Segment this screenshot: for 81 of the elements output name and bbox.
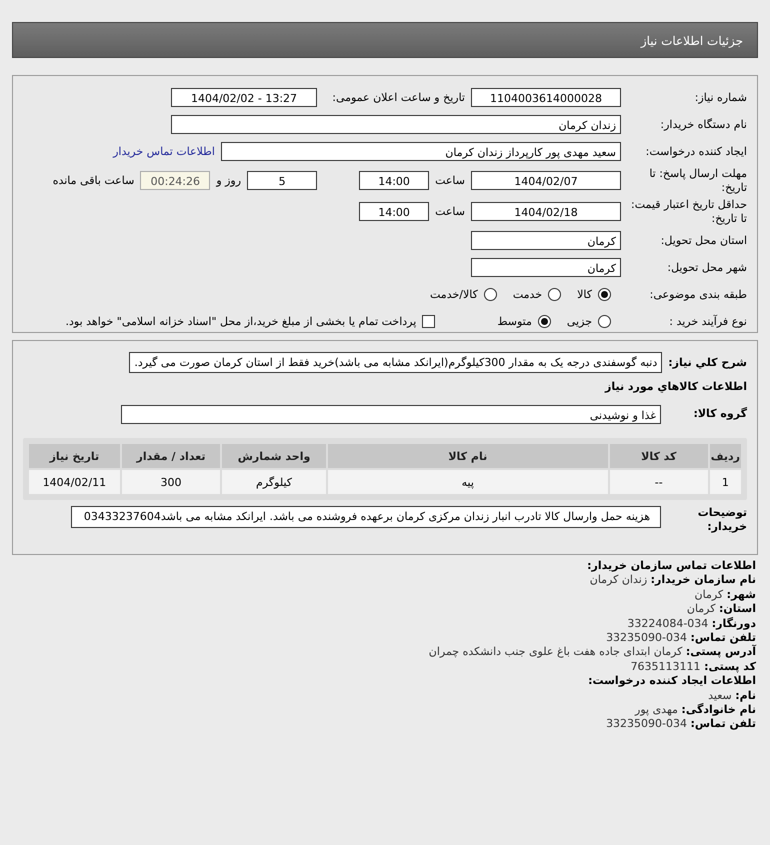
announce-date-field[interactable]: 1404/02/02 - 13:27 <box>171 88 317 107</box>
field-label: حداقل تاریخ اعتبار قیمت: تا تاریخ: <box>630 198 747 225</box>
buyer-notes-field: هزینه حمل وارسال کالا تادرب انبار زندان مرکزی کرمان برعهده فروشنده می باشد. ایرانکد مشابه می باشد03433237604 <box>71 506 661 528</box>
days-field[interactable]: 5 <box>247 171 318 190</box>
contact-value: 33235090-034 <box>606 717 688 730</box>
field-label: استان محل تحویل: <box>660 234 747 248</box>
contact-value: 7635113111 <box>630 660 701 673</box>
contact-label: تلفن تماس: <box>690 631 756 644</box>
column-header: ردیف <box>710 444 741 468</box>
table-cell: 1404/02/11 <box>29 470 120 494</box>
deadline-time-field[interactable]: 14:00 <box>359 171 430 190</box>
field-label: نام دستگاه خریدار: <box>659 118 747 132</box>
table-cell: 1 <box>710 470 741 494</box>
field-label: تاریخ و ساعت اعلان عمومی: <box>331 91 465 104</box>
radio-button[interactable] <box>484 288 497 301</box>
contact-value: سعید <box>708 688 732 702</box>
table-cell: -- <box>610 470 708 494</box>
contact-label: دورنگار: <box>712 616 756 630</box>
province-field[interactable]: کرمان <box>471 231 621 250</box>
contact-heading: اطلاعات تماس سازمان خریدار: <box>587 559 756 572</box>
field-label: شماره نیاز: <box>694 90 747 104</box>
radio-label: خدمت <box>512 288 542 301</box>
field-label: مهلت ارسال پاسخ: تا تاریخ: <box>648 167 747 194</box>
table-cell: پیه <box>328 470 608 494</box>
field-label: گروه کالا: <box>692 407 747 422</box>
radio-label: متوسط <box>497 315 532 328</box>
field-label: نوع فرآیند خرید : <box>668 314 747 328</box>
field-label: ساعت <box>435 174 465 187</box>
field-label: شرح کلي نياز: <box>668 356 747 369</box>
column-header: نام کالا <box>328 444 608 468</box>
summary-field: دنبه گوسفندی درجه یک به مقدار 300کیلوگرم(ایرانکد مشابه می باشد)خرید فقط از استان کرمان صورت می گیرد. <box>129 352 662 373</box>
deadline-date-field[interactable]: 1404/02/07 <box>471 171 621 190</box>
contact-label: نام سازمان خریدار: <box>650 573 756 586</box>
buyer-contact-link[interactable]: اطلاعات تماس خریدار <box>113 145 215 158</box>
field-label: توضیحات خریدار: <box>696 506 747 535</box>
contact-value: 33235090-034 <box>606 631 688 644</box>
page-header: جزئیات اطلاعات نیاز <box>12 22 758 58</box>
column-header: تاریخ نیاز <box>29 444 120 468</box>
validity-date-field[interactable]: 1404/02/18 <box>471 202 621 221</box>
section-heading: اطلاعات کالاهاي مورد نياز <box>604 380 747 393</box>
checkbox-label: پرداخت تمام یا بخشی از مبلغ خرید،از محل "اسناد خزانه اسلامی" خواهد بود. <box>66 315 416 328</box>
remaining-time-field: 00:24:26 <box>140 171 210 190</box>
column-header: تعداد / مقدار <box>122 444 220 468</box>
contact-value: مهدی پور <box>635 703 678 716</box>
field-label: شهر محل تحویل: <box>666 260 747 274</box>
table-cell: 300 <box>122 470 220 494</box>
contact-label: نام خانوادگی: <box>681 703 756 716</box>
field-label: روز و <box>216 174 242 187</box>
validity-time-field[interactable]: 14:00 <box>359 202 430 221</box>
contact-label: آدرس پستی: <box>686 645 756 658</box>
radio-button[interactable] <box>598 288 611 301</box>
contact-value: زندان کرمان <box>590 573 648 586</box>
city-field[interactable]: کرمان <box>471 258 621 277</box>
field-label: ساعت باقی مانده <box>52 174 134 187</box>
field-label: طبقه بندی موضوعی: <box>648 288 747 302</box>
radio-label: کالا/خدمت <box>430 288 478 301</box>
contact-label: شهر: <box>726 588 756 601</box>
field-label: ساعت <box>435 205 465 218</box>
radio-button[interactable] <box>548 288 562 301</box>
radio-button[interactable] <box>598 315 611 328</box>
contact-value: کرمان ابتدای جاده هفت باغ علوی جنب دانشکده چمران <box>428 645 682 658</box>
contact-label: استان: <box>719 602 756 616</box>
contact-label: نام: <box>735 688 756 702</box>
table-cell: کیلوگرم <box>222 470 326 494</box>
contact-label: تلفن تماس: <box>690 717 756 730</box>
contact-heading: اطلاعات ایجاد کننده درخواست: <box>588 674 756 688</box>
buyer-name-field[interactable]: زندان کرمان <box>171 115 621 134</box>
field-label: ایجاد کننده درخواست: <box>644 144 747 158</box>
need-number-field[interactable]: 1104003614000028 <box>471 88 621 107</box>
contact-label: کد پستی: <box>704 660 756 673</box>
radio-button[interactable] <box>538 315 551 328</box>
radio-label: کالا <box>577 288 592 301</box>
checkbox[interactable] <box>422 315 436 328</box>
radio-label: جزیی <box>566 315 592 328</box>
goods-group-field[interactable]: غذا و نوشیدنی <box>121 405 661 424</box>
column-header: کد کالا <box>610 444 708 468</box>
contact-value: 33224084-034 <box>627 616 708 630</box>
column-header: واحد شمارش <box>222 444 326 468</box>
contact-value: کرمان <box>694 588 724 601</box>
creator-field[interactable]: سعید مهدی پور کارپرداز زندان کرمان <box>221 142 621 161</box>
contact-value: کرمان <box>686 602 716 616</box>
